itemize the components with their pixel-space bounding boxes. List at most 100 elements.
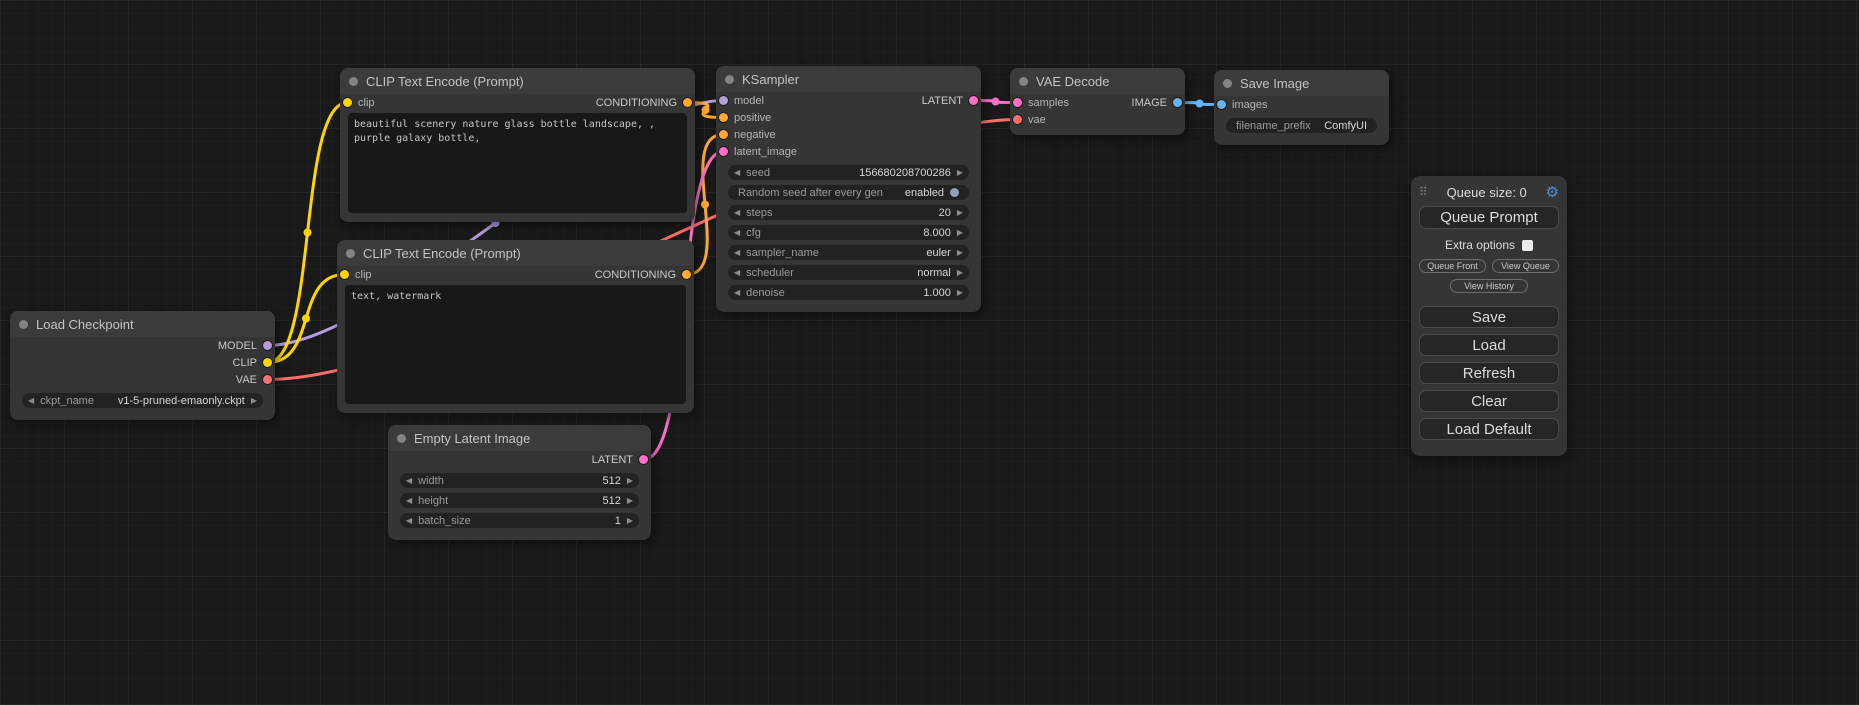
extra-options-checkbox[interactable] [1522,240,1533,251]
decrement-arrow-icon[interactable]: ◀ [406,497,412,505]
widget-label: cfg [746,227,761,239]
decrement-arrow-icon[interactable]: ◀ [406,517,412,525]
latent-image-input-port[interactable] [719,147,728,156]
port-label: IMAGE [1132,97,1167,109]
prev-arrow-icon[interactable]: ◀ [734,269,740,277]
load-button[interactable]: Load [1419,334,1559,356]
conditioning-output-port[interactable] [682,270,691,279]
widget-denoise[interactable]: ◀ denoise 1.000 ▶ [728,285,969,300]
node-clip-text-encode-positive[interactable]: CLIP Text Encode (Prompt) clip CONDITION… [340,68,695,222]
refresh-button[interactable]: Refresh [1419,362,1559,384]
node-header[interactable]: VAE Decode [1010,68,1185,94]
decrement-arrow-icon[interactable]: ◀ [734,209,740,217]
widget-label: height [418,495,448,507]
increment-arrow-icon[interactable]: ▶ [957,229,963,237]
widget-steps[interactable]: ◀ steps 20 ▶ [728,205,969,220]
prompt-textarea[interactable]: beautiful scenery nature glass bottle la… [348,113,687,213]
queue-prompt-button[interactable]: Queue Prompt [1419,206,1559,229]
latent-output-port[interactable] [639,455,648,464]
decrement-arrow-icon[interactable]: ◀ [734,169,740,177]
node-header[interactable]: Empty Latent Image [388,425,651,451]
collapse-dot[interactable] [19,320,28,329]
load-default-button[interactable]: Load Default [1419,418,1559,440]
widget-label: scheduler [746,267,794,279]
widget-random-seed-toggle[interactable]: Random seed after every gen enabled [728,185,969,200]
io-row: clip CONDITIONING [340,94,695,111]
node-header[interactable]: KSampler [716,66,981,92]
clear-button[interactable]: Clear [1419,390,1559,412]
node-load-checkpoint[interactable]: Load Checkpoint MODEL CLIP VAE ◀ ckpt_na… [10,311,275,420]
collapse-dot[interactable] [397,434,406,443]
model-output-port[interactable] [263,341,272,350]
increment-arrow-icon[interactable]: ▶ [627,517,633,525]
prev-arrow-icon[interactable]: ◀ [734,249,740,257]
next-arrow-icon[interactable]: ▶ [957,269,963,277]
widget-scheduler[interactable]: ◀ scheduler normal ▶ [728,265,969,280]
collapse-dot[interactable] [1223,79,1232,88]
vae-input-port[interactable] [1013,115,1022,124]
node-graph-canvas[interactable]: { "colors": { "MODEL": "#b39ddb", "CLIP"… [0,0,1859,705]
queue-menu-panel[interactable]: ⠿ Queue size: 0 ⚙ Queue Prompt Extra opt… [1411,176,1567,456]
images-input-port[interactable] [1217,100,1226,109]
decrement-arrow-icon[interactable]: ◀ [734,289,740,297]
node-vae-decode[interactable]: VAE Decode samples IMAGE vae [1010,68,1185,135]
node-header[interactable]: Save Image [1214,70,1389,96]
graph-viewport[interactable]: Load Checkpoint MODEL CLIP VAE ◀ ckpt_na… [0,0,1859,705]
next-arrow-icon[interactable]: ▶ [957,249,963,257]
node-title: Save Image [1240,76,1309,91]
io-row: negative [716,126,981,143]
clip-input-port[interactable] [343,98,352,107]
prev-arrow-icon[interactable]: ◀ [28,397,34,405]
toggle-dot[interactable] [950,188,959,197]
widget-height[interactable]: ◀ height 512 ▶ [400,493,639,508]
settings-gear-icon[interactable]: ⚙ [1546,185,1559,200]
io-row: latent_image [716,143,981,160]
conditioning-output-port[interactable] [683,98,692,107]
widget-sampler-name[interactable]: ◀ sampler_name euler ▶ [728,245,969,260]
widget-batch-size[interactable]: ◀ batch_size 1 ▶ [400,513,639,528]
widget-seed[interactable]: ◀ seed 156680208700286 ▶ [728,165,969,180]
positive-input-port[interactable] [719,113,728,122]
widget-cfg[interactable]: ◀ cfg 8.000 ▶ [728,225,969,240]
increment-arrow-icon[interactable]: ▶ [957,289,963,297]
collapse-dot[interactable] [346,249,355,258]
collapse-dot[interactable] [725,75,734,84]
decrement-arrow-icon[interactable]: ◀ [734,229,740,237]
node-clip-text-encode-negative[interactable]: CLIP Text Encode (Prompt) clip CONDITION… [337,240,694,413]
widget-value: 1 [615,515,621,527]
widget-filename-prefix[interactable]: filename_prefix ComfyUI [1226,118,1377,133]
increment-arrow-icon[interactable]: ▶ [957,169,963,177]
decrement-arrow-icon[interactable]: ◀ [406,477,412,485]
next-arrow-icon[interactable]: ▶ [251,397,257,405]
vae-output-port[interactable] [263,375,272,384]
port-label: positive [734,112,771,124]
queue-front-button[interactable]: Queue Front [1419,259,1486,273]
negative-input-port[interactable] [719,130,728,139]
clip-input-port[interactable] [340,270,349,279]
latent-output-port[interactable] [969,96,978,105]
samples-input-port[interactable] [1013,98,1022,107]
drag-handle-icon[interactable]: ⠿ [1419,185,1428,199]
io-row: images [1214,96,1389,113]
image-output-port[interactable] [1173,98,1182,107]
node-header[interactable]: Load Checkpoint [10,311,275,337]
node-empty-latent-image[interactable]: Empty Latent Image LATENT ◀ width 512 ▶ … [388,425,651,540]
node-header[interactable]: CLIP Text Encode (Prompt) [337,240,694,266]
node-ksampler[interactable]: KSampler model LATENT positive negative … [716,66,981,312]
model-input-port[interactable] [719,96,728,105]
view-queue-button[interactable]: View Queue [1492,259,1559,273]
prompt-textarea[interactable]: text, watermark [345,285,686,404]
node-header[interactable]: CLIP Text Encode (Prompt) [340,68,695,94]
node-save-image[interactable]: Save Image images filename_prefix ComfyU… [1214,70,1389,145]
increment-arrow-icon[interactable]: ▶ [627,477,633,485]
port-label: VAE [236,374,257,386]
collapse-dot[interactable] [349,77,358,86]
widget-width[interactable]: ◀ width 512 ▶ [400,473,639,488]
widget-ckpt-name[interactable]: ◀ ckpt_name v1-5-pruned-emaonly.ckpt ▶ [22,393,263,408]
increment-arrow-icon[interactable]: ▶ [957,209,963,217]
save-button[interactable]: Save [1419,306,1559,328]
increment-arrow-icon[interactable]: ▶ [627,497,633,505]
view-history-button[interactable]: View History [1450,279,1528,293]
clip-output-port[interactable] [263,358,272,367]
collapse-dot[interactable] [1019,77,1028,86]
